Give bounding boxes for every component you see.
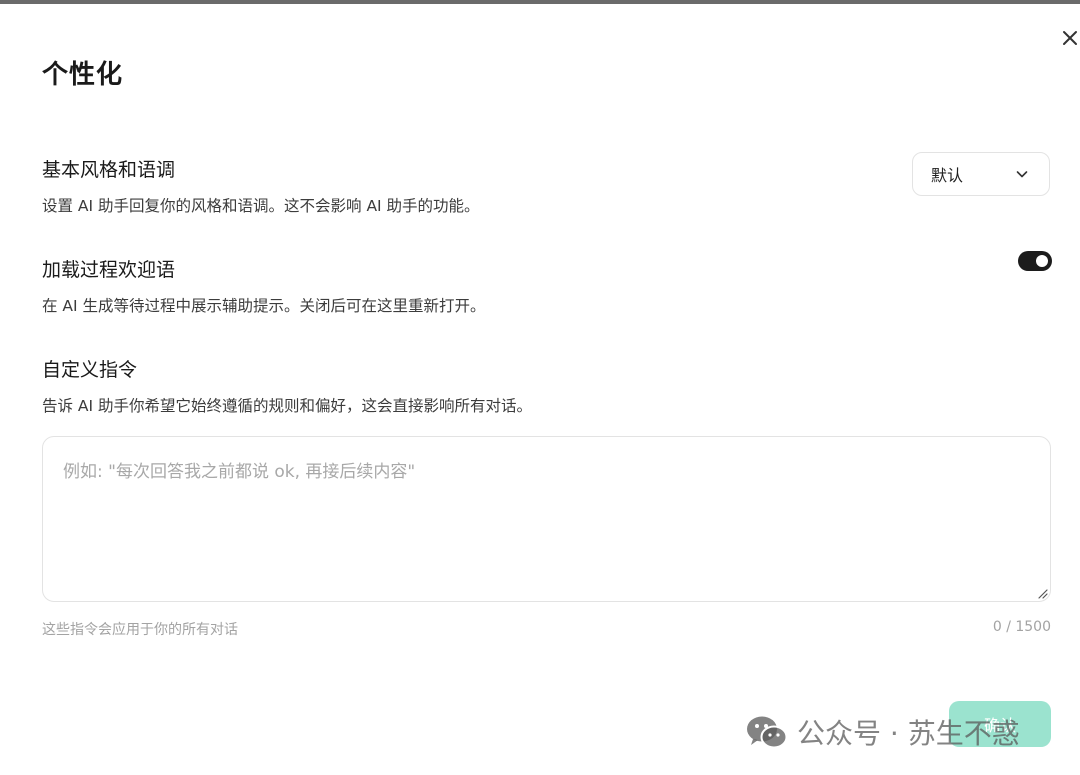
wechat-icon [747,716,788,749]
toggle-knob [1036,255,1048,267]
character-counter: 0 / 1500 [992,619,1051,635]
style-tone-description: 设置 AI 助手回复你的风格和语调。这不会影响 AI 助手的功能。 [42,197,480,215]
resize-handle-icon[interactable] [1036,587,1048,599]
custom-instructions-description: 告诉 AI 助手你希望它始终遵循的规则和偏好，这会直接影响所有对话。 [42,397,533,415]
custom-instructions-title: 自定义指令 [42,359,138,381]
loading-greeting-toggle[interactable] [1018,251,1052,271]
custom-instructions-hint: 这些指令会应用于你的所有对话 [42,622,238,638]
style-tone-title: 基本风格和语调 [42,159,176,181]
confirm-button[interactable]: 确认 [949,701,1051,747]
close-icon [1063,31,1077,45]
top-border [0,0,1080,4]
loading-greeting-title: 加载过程欢迎语 [42,259,176,281]
loading-greeting-description: 在 AI 生成等待过程中展示辅助提示。关闭后可在这里重新打开。 [42,297,486,315]
page-title: 个性化 [42,60,124,90]
close-button[interactable] [1058,26,1080,50]
chevron-down-icon [1016,171,1028,178]
style-tone-selected-value: 默认 [931,166,964,185]
custom-instructions-box [42,436,1051,602]
style-tone-select[interactable]: 默认 [912,152,1050,196]
custom-instructions-input[interactable] [43,437,1050,601]
